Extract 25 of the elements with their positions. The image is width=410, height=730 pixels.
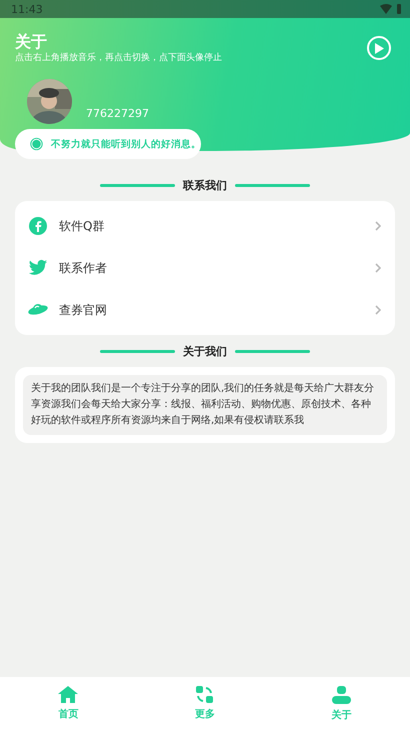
refresh-icon	[196, 686, 214, 703]
user-id: 776227297	[86, 107, 149, 120]
person-icon	[332, 686, 352, 704]
contact-row[interactable]: 查券官网	[23, 289, 387, 331]
home-icon	[58, 686, 78, 703]
header-subtitle: 点击右上角播放音乐，再点击切换，点下面头像停止	[15, 52, 222, 64]
facebook-icon	[28, 216, 48, 236]
section-heading: 关于我们	[183, 344, 227, 358]
wifi-battery-icon	[380, 4, 402, 14]
status-time: 11:43	[11, 2, 43, 16]
page-title: 关于	[15, 32, 48, 52]
chevron-right-icon	[375, 221, 381, 231]
contact-label: 软件Q群	[59, 218, 106, 234]
bird-icon	[28, 259, 48, 277]
section-heading: 联系我们	[183, 178, 227, 192]
radio-dot-icon	[30, 136, 43, 152]
motto-text: 不努力就只能听到别人的好消息。	[51, 138, 201, 150]
contact-row[interactable]: 联系作者	[23, 247, 387, 289]
contact-label: 联系作者	[59, 260, 108, 276]
chevron-right-icon	[375, 263, 381, 273]
chevron-right-icon	[375, 305, 381, 315]
contact-label: 查券官网	[59, 302, 108, 318]
about-text: 关于我的团队我们是一个专注于分享的团队,我们的任务就是每天给广大群友分享资源我们会每天给大家分享：线报、福利活动、购物优惠、原创技术、各种好玩的软件或程序所有资源均来自于网络,如果有侵权请联系我	[23, 375, 387, 435]
play-icon	[374, 42, 384, 54]
contact-row[interactable]: 软件Q群	[23, 205, 387, 247]
